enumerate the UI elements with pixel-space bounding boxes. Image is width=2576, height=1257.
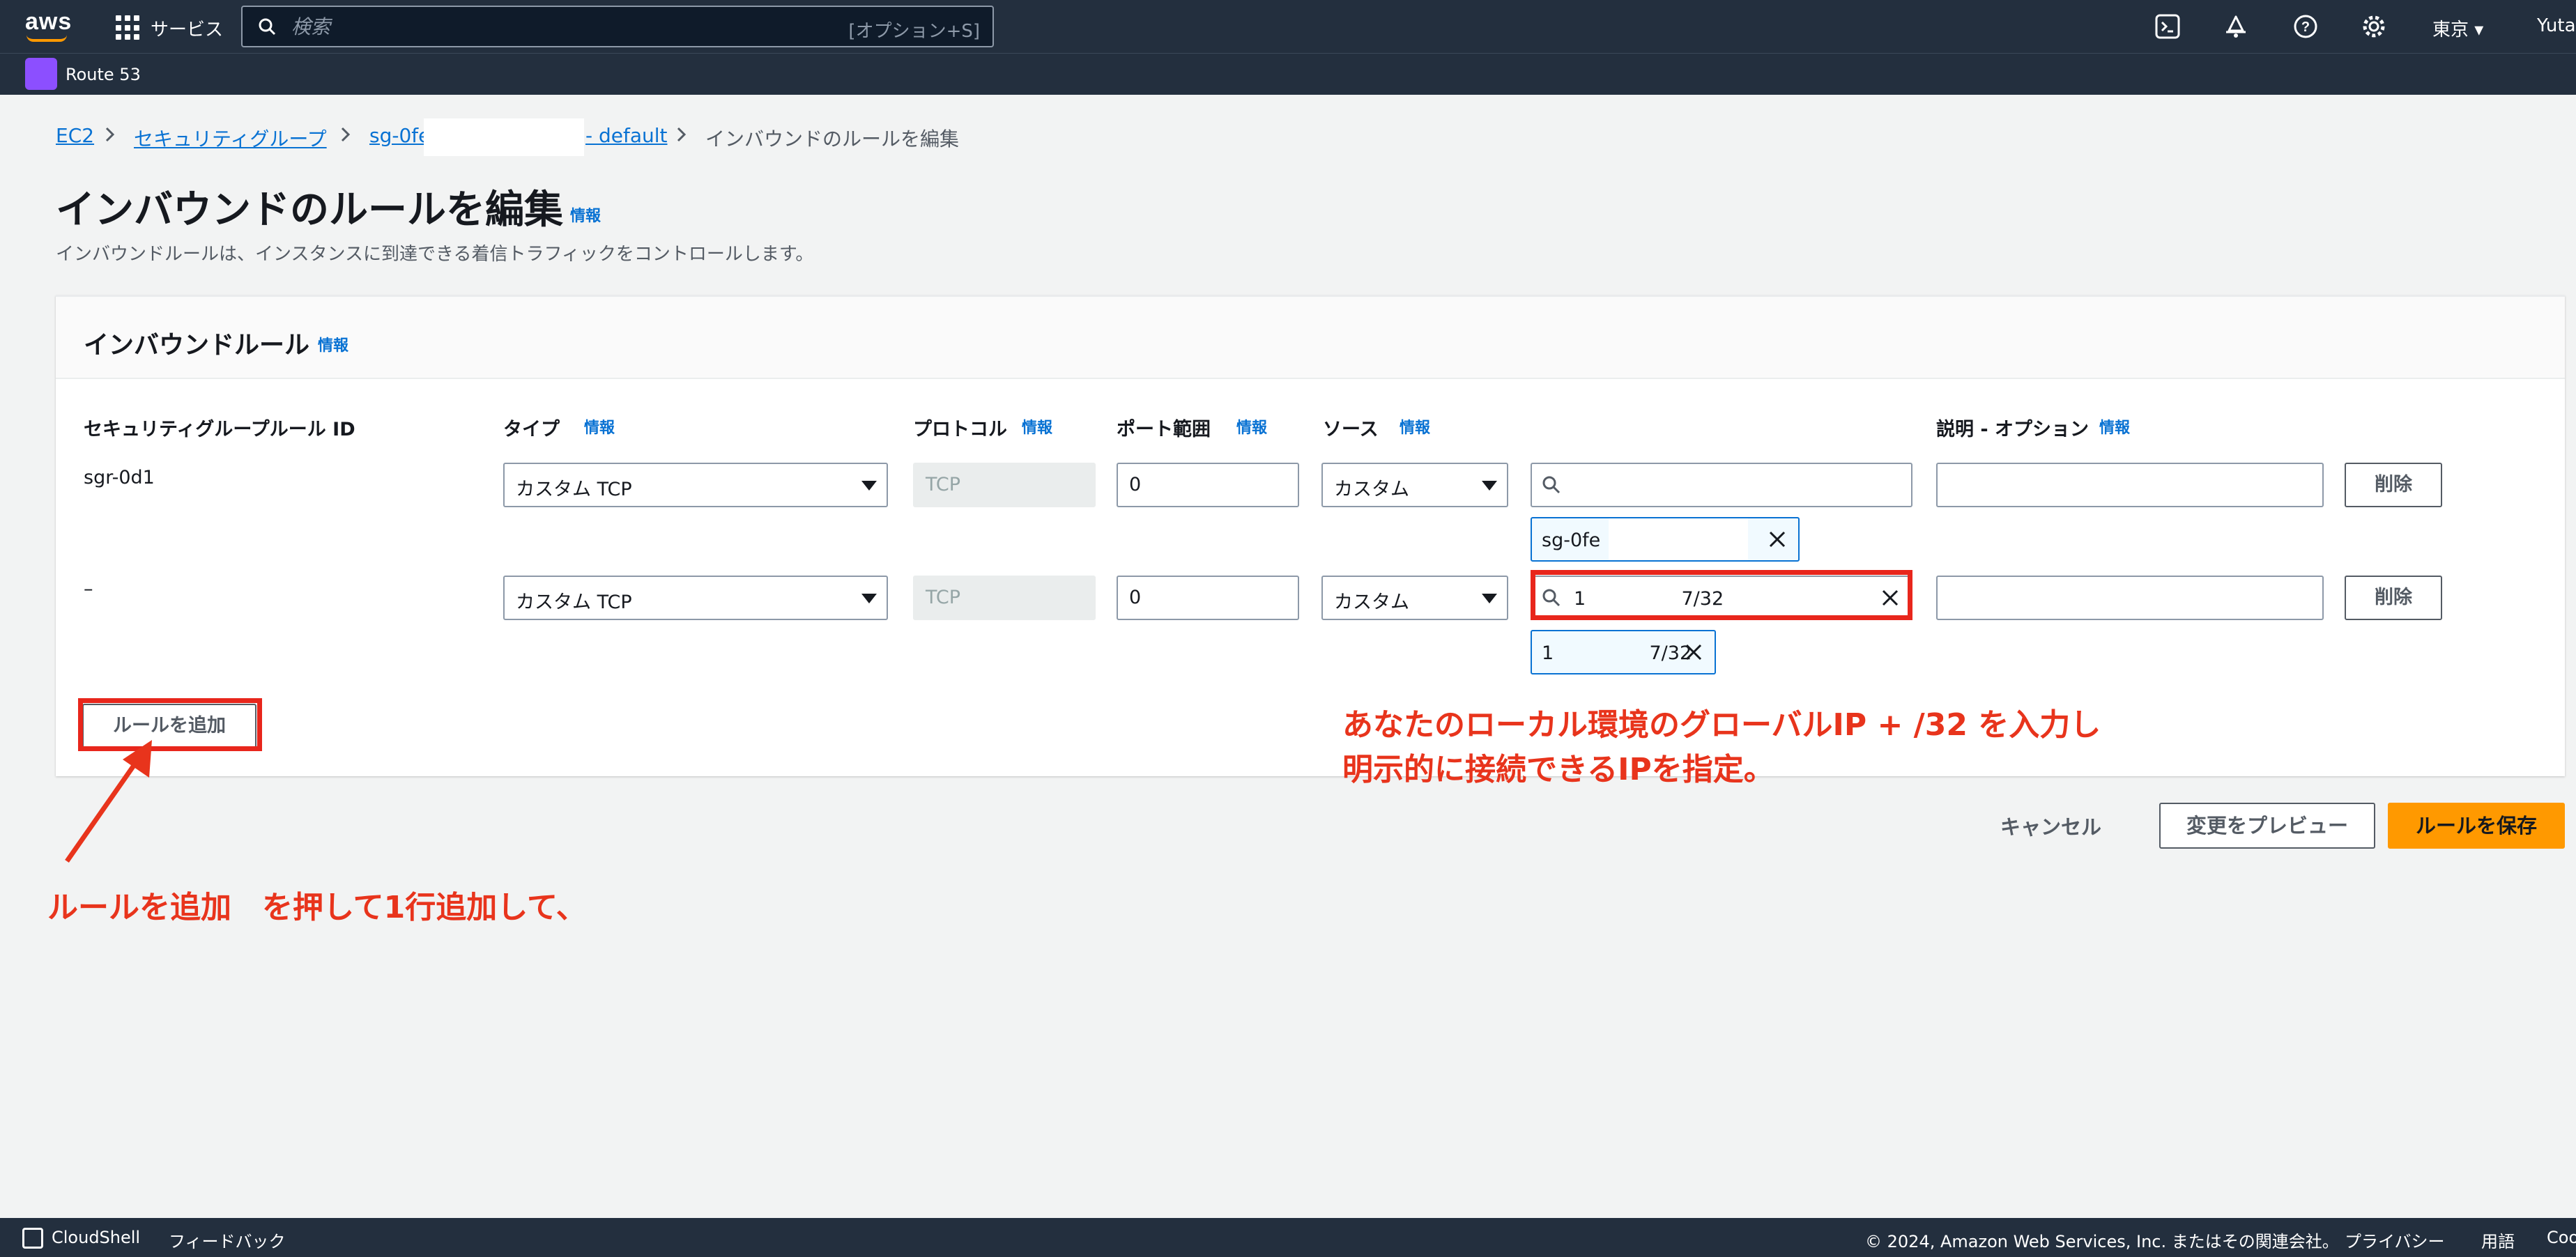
- cookie-link[interactable]: Cookie: [2547, 1228, 2576, 1247]
- source-token: 1 7/32: [1531, 630, 1716, 674]
- col-protocol: プロトコル: [913, 419, 1007, 440]
- chevron-right-icon: [105, 127, 115, 142]
- delete-button[interactable]: 削除: [2345, 576, 2442, 620]
- type-select-value: カスタム TCP: [516, 479, 632, 500]
- chevron-right-icon: [341, 127, 351, 142]
- port-range-input[interactable]: 0: [1117, 463, 1299, 507]
- breadcrumb-ec2[interactable]: EC2: [56, 124, 94, 147]
- type-info-link[interactable]: 情報: [584, 415, 615, 438]
- source-token: sg-0fe: [1531, 517, 1800, 562]
- port-info-link[interactable]: 情報: [1236, 415, 1267, 438]
- search-input[interactable]: [291, 14, 849, 39]
- redaction-mask: [1609, 518, 1748, 560]
- search-shortcut-hint: [オプション+S]: [848, 21, 980, 42]
- annotation-text-add-rule: ルールを追加 を押して1行追加して、: [47, 890, 587, 925]
- cancel-button[interactable]: キャンセル: [2000, 811, 2101, 840]
- description-input[interactable]: [1936, 463, 2324, 507]
- caret-down-icon: [1482, 594, 1497, 603]
- global-search[interactable]: [オプション+S]: [241, 6, 994, 47]
- route53-icon[interactable]: [25, 58, 57, 90]
- description-input[interactable]: [1936, 576, 2324, 620]
- inbound-rules-panel: インバウンドルール 情報 セキュリティグループルール ID タイプ 情報 プロト…: [56, 295, 2565, 776]
- breadcrumb-sg-name[interactable]: - default: [585, 124, 668, 147]
- chevron-right-icon: [677, 127, 687, 142]
- services-grid-icon[interactable]: [116, 15, 141, 40]
- feedback-link[interactable]: フィードバック: [169, 1228, 286, 1252]
- page-description: インバウンドルールは、インスタンスに到達できる着信トラフィックをコントロールしま…: [56, 244, 814, 265]
- service-favorites-bar: Route 53: [0, 53, 2576, 95]
- close-icon[interactable]: [1682, 641, 1705, 663]
- col-rule-id: セキュリティグループルール ID: [84, 419, 355, 440]
- annotation-highlight-source: [1531, 570, 1912, 620]
- services-menu-label[interactable]: サービス: [151, 15, 223, 41]
- col-port-range: ポート範囲: [1117, 419, 1211, 440]
- privacy-link[interactable]: プライバシー: [2345, 1228, 2445, 1252]
- breadcrumb-security-groups[interactable]: セキュリティグループ: [134, 124, 327, 152]
- col-type: タイプ: [503, 419, 560, 440]
- search-icon: [259, 18, 276, 36]
- caret-down-icon: [1482, 481, 1497, 491]
- panel-title: インバウンドルール: [84, 331, 310, 360]
- protocol-field: TCP: [913, 576, 1096, 620]
- page-title: インバウンドのルールを編集: [56, 187, 563, 233]
- breadcrumb-current: インバウンドのルールを編集: [705, 128, 960, 151]
- title-info-link[interactable]: 情報: [570, 203, 601, 226]
- port-range-input[interactable]: 0: [1117, 576, 1299, 620]
- preview-changes-button[interactable]: 変更をプレビュー: [2159, 803, 2375, 849]
- source-search-input[interactable]: [1531, 463, 1912, 507]
- cloudshell-icon[interactable]: [2154, 13, 2182, 40]
- search-icon: [1542, 476, 1561, 494]
- terms-link[interactable]: 用語: [2481, 1228, 2515, 1252]
- redaction-mask: [424, 118, 584, 156]
- region-selector[interactable]: 東京 ▾: [2432, 15, 2483, 41]
- type-select[interactable]: カスタム TCP: [503, 463, 888, 507]
- cloudshell-icon[interactable]: [22, 1228, 43, 1249]
- rule-id: sgr-0d1: [84, 467, 155, 488]
- breadcrumb-sg-id[interactable]: sg-0fe: [369, 124, 430, 147]
- svg-text:?: ?: [2301, 20, 2310, 35]
- route53-shortcut[interactable]: Route 53: [66, 65, 141, 84]
- panel-header: [56, 297, 2565, 379]
- type-select-value: カスタム TCP: [516, 592, 632, 613]
- annotation-text-line1: あなたのローカル環境のグローバルIP + /32 を入力し: [1342, 707, 2101, 743]
- annotation-arrow: [65, 740, 152, 863]
- panel-info-link[interactable]: 情報: [318, 333, 348, 355]
- type-select[interactable]: カスタム TCP: [503, 576, 888, 620]
- source-type-value: カスタム: [1334, 479, 1409, 500]
- source-type-select[interactable]: カスタム: [1321, 463, 1508, 507]
- copyright-text: © 2024, Amazon Web Services, Inc. またはその関…: [1865, 1232, 2339, 1251]
- help-icon[interactable]: ?: [2292, 13, 2320, 40]
- console-footer: CloudShell フィードバック © 2024, Amazon Web Se…: [0, 1218, 2576, 1257]
- description-info-link[interactable]: 情報: [2099, 415, 2130, 438]
- source-token-label: 1 7/32: [1542, 642, 1692, 664]
- aws-logo-smile: [26, 35, 67, 42]
- top-navigation: aws サービス [オプション+S] ? 東京 ▾ Yuta: [0, 0, 2576, 53]
- annotation-text-line2: 明示的に接続できるIPを指定。: [1342, 752, 1774, 787]
- caret-down-icon: [861, 594, 877, 603]
- rule-id: –: [84, 578, 93, 600]
- source-info-link[interactable]: 情報: [1400, 415, 1430, 438]
- protocol-field: TCP: [913, 463, 1096, 507]
- col-description: 説明 - オプション: [1936, 419, 2090, 440]
- save-rules-button[interactable]: ルールを保存: [2388, 803, 2565, 849]
- col-source: ソース: [1323, 419, 1379, 440]
- caret-down-icon: [861, 481, 877, 491]
- settings-gear-icon[interactable]: [2360, 13, 2388, 40]
- aws-logo[interactable]: aws: [25, 8, 72, 36]
- cloudshell-link[interactable]: CloudShell: [52, 1228, 140, 1247]
- source-token-label: sg-0fe: [1542, 530, 1601, 551]
- close-icon[interactable]: [1766, 528, 1788, 550]
- protocol-info-link[interactable]: 情報: [1022, 415, 1052, 438]
- source-type-value: カスタム: [1334, 592, 1409, 613]
- delete-button[interactable]: 削除: [2345, 463, 2442, 507]
- notifications-bell-icon[interactable]: [2222, 13, 2250, 40]
- source-type-select[interactable]: カスタム: [1321, 576, 1508, 620]
- account-menu[interactable]: Yuta: [2537, 15, 2576, 36]
